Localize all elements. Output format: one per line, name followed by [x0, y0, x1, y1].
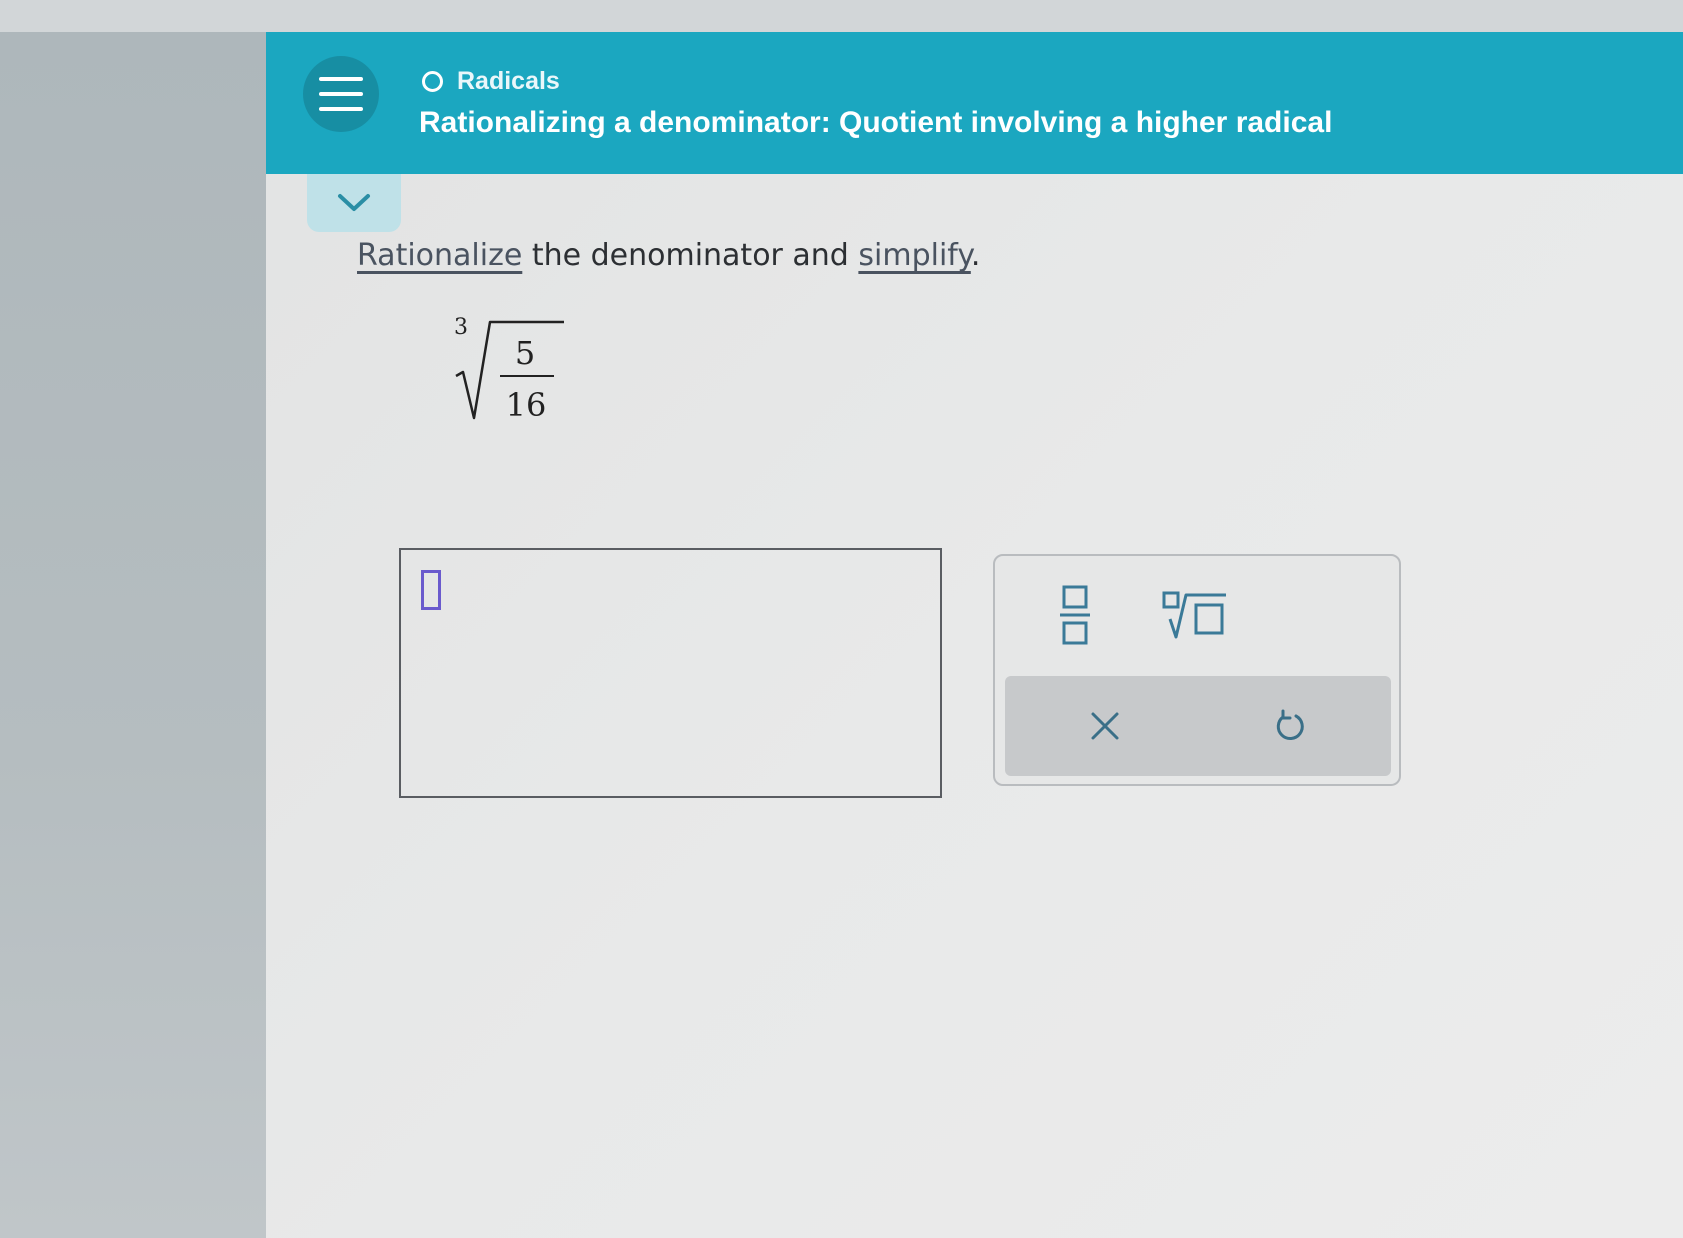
undo-button[interactable]	[1260, 696, 1320, 756]
nth-root-icon	[1162, 591, 1226, 639]
prompt-text: the denominator and	[522, 238, 859, 273]
radical-expression: 3 5 16	[454, 315, 564, 424]
radicand-numerator: 5	[515, 334, 535, 372]
screen-top-strip	[0, 0, 1683, 32]
breadcrumb: Radicals	[422, 66, 560, 96]
root-index: 3	[454, 315, 468, 340]
prompt-period: .	[970, 238, 981, 273]
math-keypad	[993, 554, 1401, 786]
rationalize-link[interactable]: Rationalize	[357, 238, 522, 273]
radicand-denominator: 16	[506, 386, 547, 424]
keypad-action-bar	[1005, 676, 1391, 776]
nth-root-key[interactable]	[1155, 580, 1235, 650]
simplify-link[interactable]: simplify	[858, 238, 970, 273]
header-bar: Radicals Rationalizing a denominator: Qu…	[266, 32, 1683, 174]
app-window: Radicals Rationalizing a denominator: Qu…	[266, 32, 1683, 1238]
progress-circle-icon	[422, 70, 443, 92]
undo-icon	[1276, 709, 1304, 741]
menu-button[interactable]	[303, 56, 379, 132]
answer-placeholder-box	[421, 570, 441, 610]
page-title: Rationalizing a denominator: Quotient in…	[419, 106, 1333, 139]
left-gutter	[0, 32, 266, 1238]
collapse-toggle[interactable]	[307, 174, 401, 232]
problem-prompt: Rationalize the denominator and simplify…	[357, 238, 980, 273]
fraction-key[interactable]	[1045, 580, 1105, 650]
chevron-down-icon	[338, 194, 370, 211]
fraction-icon	[1060, 585, 1090, 645]
close-icon	[1091, 712, 1119, 740]
breadcrumb-topic: Radicals	[457, 66, 560, 95]
clear-button[interactable]	[1075, 696, 1135, 756]
answer-input[interactable]	[399, 548, 942, 798]
hamburger-icon	[319, 77, 363, 111]
